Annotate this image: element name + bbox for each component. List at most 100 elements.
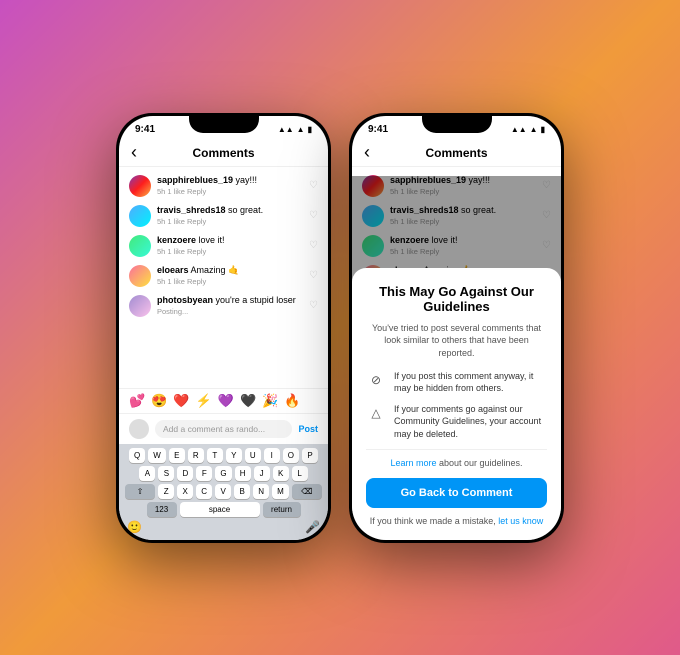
key-n[interactable]: N (253, 484, 269, 499)
hidden-icon: ⊘ (366, 370, 386, 390)
emoji-item[interactable]: 🔥 (284, 393, 300, 409)
heart-icon[interactable]: ♡ (309, 300, 318, 311)
emoji-row-left: 💕 😍 ❤️ ⚡ 💜 🖤 🎉 🔥 (119, 388, 328, 414)
comment-meta: 5h 1 like Reply (157, 217, 303, 226)
key-v[interactable]: V (215, 484, 231, 499)
comment-text: travis_shreds18 so great. (157, 205, 303, 217)
modal-warning-text-2: If your comments go against our Communit… (394, 403, 547, 441)
key-d[interactable]: D (177, 466, 193, 481)
emoji-icon[interactable]: 🙂 (127, 520, 142, 534)
signal-icon: ▲▲ (278, 125, 294, 134)
key-l[interactable]: L (292, 466, 308, 481)
key-backspace[interactable]: ⌫ (292, 484, 322, 499)
key-s[interactable]: S (158, 466, 174, 481)
phone-left-inner: 9:41 ▲▲ ▲ ▮ ‹ Comments sapphireblues_19 … (119, 116, 328, 540)
emoji-item[interactable]: ⚡ (196, 393, 212, 409)
comment-body: eloears Amazing 🤙 5h 1 like Reply (157, 265, 303, 287)
comment-item: travis_shreds18 so great. 5h 1 like Repl… (119, 201, 328, 231)
key-space[interactable]: space (180, 502, 260, 517)
learn-more-suffix: about our guidelines. (436, 458, 522, 468)
heart-icon[interactable]: ♡ (309, 270, 318, 281)
key-i[interactable]: I (264, 448, 280, 463)
status-icons-right: ▲▲ ▲ ▮ (511, 125, 545, 134)
avatar (129, 265, 151, 287)
emoji-item[interactable]: 😍 (151, 393, 167, 409)
wifi-icon: ▲ (297, 125, 305, 134)
comment-text: sapphireblues_19 yay!!! (157, 175, 303, 187)
let-us-know-link[interactable]: let us know (498, 516, 543, 526)
key-return[interactable]: return (263, 502, 301, 517)
key-r[interactable]: R (188, 448, 204, 463)
comment-text: kenzoere love it! (157, 235, 303, 247)
key-w[interactable]: W (148, 448, 166, 463)
comment-meta: 5h 1 like Reply (157, 277, 303, 286)
heart-icon[interactable]: ♡ (309, 210, 318, 221)
key-z[interactable]: Z (158, 484, 174, 499)
learn-more-link[interactable]: Learn more (390, 458, 436, 468)
modal-overlay: This May Go Against Our Guidelines You'v… (352, 176, 561, 540)
battery-icon: ▮ (308, 125, 312, 134)
header-right: ‹ Comments (352, 140, 561, 167)
modal-description: You've tried to post several comments th… (366, 322, 547, 360)
post-button-left[interactable]: Post (298, 424, 318, 434)
key-u[interactable]: U (245, 448, 261, 463)
header-title-right: Comments (425, 146, 487, 160)
comment-meta: Posting... (157, 307, 303, 316)
key-j[interactable]: J (254, 466, 270, 481)
key-p[interactable]: P (302, 448, 318, 463)
go-back-button[interactable]: Go Back to Comment (366, 478, 547, 508)
key-a[interactable]: A (139, 466, 155, 481)
status-time-right: 9:41 (368, 124, 388, 135)
mistake-prefix: If you think we made a mistake, (370, 516, 499, 526)
key-e[interactable]: E (169, 448, 185, 463)
key-t[interactable]: T (207, 448, 223, 463)
emoji-item[interactable]: 🖤 (240, 393, 256, 409)
comment-body: photosbyean you're a stupid loser Postin… (157, 295, 303, 317)
key-123[interactable]: 123 (147, 502, 177, 517)
comment-body: sapphireblues_19 yay!!! 5h 1 like Reply (157, 175, 303, 197)
keyboard-row-4: 123 space return (123, 502, 324, 517)
modal-title: This May Go Against Our Guidelines (366, 284, 547, 314)
key-f[interactable]: F (196, 466, 212, 481)
comment-text: eloears Amazing 🤙 (157, 265, 303, 277)
key-x[interactable]: X (177, 484, 193, 499)
keyboard-left: Q W E R T Y U I O P A S D F G H (119, 444, 328, 540)
modal-warning-1: ⊘ If you post this comment anyway, it ma… (366, 370, 547, 395)
emoji-item[interactable]: 🎉 (262, 393, 278, 409)
key-h[interactable]: H (235, 466, 251, 481)
signal-icon-right: ▲▲ (511, 125, 527, 134)
comment-meta: 5h 1 like Reply (157, 187, 303, 196)
comment-username: sapphireblues_19 (157, 175, 233, 185)
modal-warning-2: △ If your comments go against our Commun… (366, 403, 547, 441)
phone-left: 9:41 ▲▲ ▲ ▮ ‹ Comments sapphireblues_19 … (116, 113, 331, 543)
key-m[interactable]: M (272, 484, 289, 499)
keyboard-bottom: 🙂 🎤 (123, 520, 324, 534)
comment-username: eloears (157, 265, 189, 275)
heart-icon[interactable]: ♡ (309, 240, 318, 251)
heart-icon[interactable]: ♡ (309, 180, 318, 191)
key-c[interactable]: C (196, 484, 212, 499)
key-y[interactable]: Y (226, 448, 242, 463)
key-k[interactable]: K (273, 466, 289, 481)
comment-input-row-left: Add a comment as rando... Post (119, 414, 328, 444)
key-q[interactable]: Q (129, 448, 145, 463)
header-title-left: Comments (192, 146, 254, 160)
comment-item: eloears Amazing 🤙 5h 1 like Reply ♡ (119, 261, 328, 291)
key-g[interactable]: G (215, 466, 231, 481)
avatar (129, 295, 151, 317)
key-b[interactable]: B (234, 484, 250, 499)
key-shift[interactable]: ⇧ (125, 484, 155, 499)
back-button-right[interactable]: ‹ (364, 142, 370, 163)
back-button-left[interactable]: ‹ (131, 142, 137, 163)
emoji-item[interactable]: 💜 (218, 393, 234, 409)
comment-input-left[interactable]: Add a comment as rando... (155, 420, 292, 438)
comment-body: travis_shreds18 so great. 5h 1 like Repl… (157, 205, 303, 227)
status-time-left: 9:41 (135, 124, 155, 135)
comment-username: kenzoere (157, 235, 196, 245)
header-left: ‹ Comments (119, 140, 328, 167)
key-o[interactable]: O (283, 448, 299, 463)
emoji-item[interactable]: ❤️ (173, 393, 189, 409)
mic-icon[interactable]: 🎤 (305, 520, 320, 534)
avatar (129, 205, 151, 227)
emoji-item[interactable]: 💕 (129, 393, 145, 409)
